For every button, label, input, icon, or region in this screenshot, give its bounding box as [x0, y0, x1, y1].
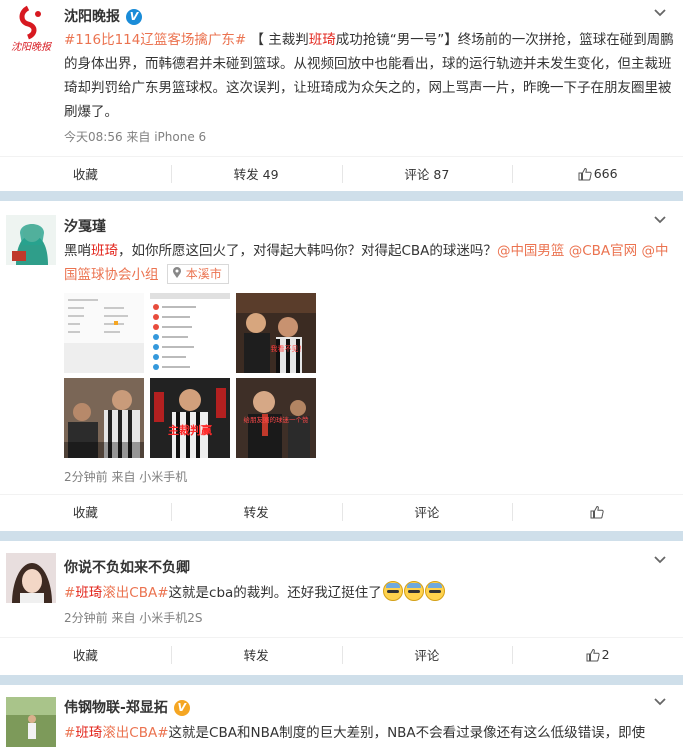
sweat-emoji-icon	[424, 581, 445, 601]
chevron-down-icon[interactable]	[653, 213, 667, 227]
username-text[interactable]: 沈阳晚报	[64, 9, 120, 25]
image-caption: 给朋友圈的球迷一个赞	[244, 415, 310, 424]
post-text: #班琦滚出CBA#这就是cba的裁判。还好我辽挺住了	[64, 581, 674, 605]
comment-label: 评论	[414, 505, 440, 520]
topic-link[interactable]: #116比114辽篮客场擒广东#	[64, 32, 246, 48]
comment-button[interactable]: 评论	[341, 495, 513, 528]
topic-link[interactable]: #班琦滚出CBA#	[64, 585, 169, 601]
sweat-emoji-icon	[382, 581, 403, 601]
like-count: 2	[601, 647, 610, 662]
avatar[interactable]	[6, 215, 56, 265]
username[interactable]: 你说不负如来不负卿	[64, 557, 190, 577]
chevron-down-icon[interactable]	[653, 6, 667, 20]
post-separator	[0, 191, 683, 201]
username[interactable]: 沈阳晚报 V	[64, 6, 142, 26]
image-caption: 主裁判赢	[168, 423, 212, 437]
topic-segment: 滚出CBA#	[102, 585, 169, 601]
topic-segment: #	[64, 725, 76, 741]
username-text[interactable]: 你说不负如来不负卿	[64, 560, 190, 576]
location-label: 本溪市	[185, 267, 222, 281]
post-card: 汐戛瑾 黑哨班琦，如你所愿这回火了，对得起大韩吗你？对得起CBA的球迷吗？@中国…	[0, 201, 683, 527]
post-text-segment: ，如你所愿这回火了，对得起大韩吗你？对得起CBA的球迷吗？	[118, 243, 497, 259]
collect-button[interactable]: 收藏	[0, 157, 171, 190]
like-button[interactable]: 666	[512, 157, 683, 190]
collect-label: 收藏	[72, 505, 98, 520]
post-meta: 今天08:56 来自 iPhone 6	[64, 130, 207, 144]
mention-link[interactable]: @中国男篮	[497, 243, 565, 259]
chevron-down-icon[interactable]	[653, 553, 667, 567]
collect-button[interactable]: 收藏	[0, 638, 171, 671]
post-image[interactable]	[64, 378, 144, 458]
post-text: #班琦滚出CBA#这就是CBA和NBA制度的巨大差别，NBA不会看过录像还有这么…	[64, 721, 674, 745]
topic-segment: #	[64, 585, 76, 601]
post-image[interactable]: 我看不见！	[236, 293, 316, 373]
username-text[interactable]: 汐戛瑾	[64, 219, 106, 235]
repost-label: 转发 49	[233, 167, 279, 182]
highlight-keyword: 班琦	[75, 725, 103, 741]
post-separator	[0, 675, 683, 685]
username[interactable]: 伟钢物联-郑显拓 V	[64, 697, 190, 717]
post-text-segment: 这就是cba的裁判。还好我辽挺住了	[168, 585, 382, 601]
verified-badge-icon: V	[126, 9, 142, 25]
username-text[interactable]: 伟钢物联-郑显拓	[64, 700, 168, 716]
collect-label: 收藏	[72, 648, 98, 663]
post-text-segment: 【 主裁判	[250, 32, 309, 48]
username[interactable]: 汐戛瑾	[64, 216, 106, 236]
highlight-keyword: 班琦	[308, 32, 336, 48]
comment-label: 评论 87	[404, 167, 450, 182]
like-button[interactable]	[512, 495, 683, 528]
chevron-down-icon[interactable]	[653, 695, 667, 709]
action-bar: 收藏 转发 评论	[0, 494, 683, 528]
comment-button[interactable]: 评论	[341, 638, 513, 671]
thumbs-up-icon	[590, 505, 604, 518]
post-image[interactable]	[64, 293, 144, 373]
post-separator	[0, 531, 683, 541]
location-tag[interactable]: 本溪市	[166, 264, 229, 284]
repost-button[interactable]: 转发	[170, 638, 342, 671]
post-image[interactable]: 主裁判赢	[150, 378, 230, 458]
post-card: 沈阳晚报 沈阳晚报 V #116比114辽篮客场擒广东# 【 主裁判班琦成功抢镜“…	[0, 0, 683, 190]
action-bar: 收藏 转发 评论 2	[0, 637, 683, 671]
post-image[interactable]: 给朋友圈的球迷一个赞	[236, 378, 316, 458]
like-button[interactable]: 2	[512, 638, 683, 671]
post-card: 你说不负如来不负卿 #班琦滚出CBA#这就是cba的裁判。还好我辽挺住了 2分钟…	[0, 541, 683, 673]
post-meta: 2分钟前 来自 小米手机	[64, 470, 188, 484]
image-grid: 我看不见！	[64, 293, 316, 373]
mention-link[interactable]: @CBA官网	[569, 243, 637, 259]
topic-link[interactable]: #班琦滚出CBA#	[64, 725, 169, 741]
action-bar: 收藏 转发 49 评论 87 666	[0, 156, 683, 190]
avatar-logo-text: 沈阳晚报	[11, 41, 52, 53]
post-text-segment: 这就是CBA和NBA制度的巨大差别，NBA不会看过录像还有这么低级错误，即使	[168, 725, 646, 741]
thumbs-up-icon	[578, 167, 592, 180]
avatar[interactable]: 沈阳晚报	[6, 4, 56, 54]
sweat-emoji-icon	[403, 581, 424, 601]
repost-label: 转发	[243, 648, 269, 663]
repost-label: 转发	[243, 505, 269, 520]
thumbs-up-icon	[586, 648, 600, 661]
highlight-keyword: 班琦	[75, 585, 103, 601]
like-count: 666	[593, 166, 618, 181]
comment-label: 评论	[414, 648, 440, 663]
post-meta: 2分钟前 来自 小米手机2S	[64, 611, 203, 625]
location-pin-icon	[172, 267, 181, 278]
comment-button[interactable]: 评论 87	[341, 157, 513, 190]
collect-label: 收藏	[72, 167, 98, 182]
post-text: 黑哨班琦，如你所愿这回火了，对得起大韩吗你？对得起CBA的球迷吗？@中国男篮 @…	[64, 239, 674, 287]
verified-badge-icon: V	[173, 700, 190, 716]
repost-button[interactable]: 转发	[170, 495, 342, 528]
avatar[interactable]	[6, 553, 56, 603]
image-caption: 我看不见！	[271, 344, 306, 353]
post-card: 伟钢物联-郑显拓 V #班琦滚出CBA#这就是CBA和NBA制度的巨大差别，NBA…	[0, 685, 683, 747]
collect-button[interactable]: 收藏	[0, 495, 171, 528]
image-grid: 主裁判赢 给朋友圈的球迷一个赞	[64, 378, 316, 458]
post-text-segment: 黑哨	[64, 243, 91, 259]
topic-segment: 滚出CBA#	[102, 725, 169, 741]
post-image[interactable]	[150, 293, 230, 373]
post-text: #116比114辽篮客场擒广东# 【 主裁判班琦成功抢镜“男一号”】终场前的一次…	[64, 28, 674, 124]
highlight-keyword: 班琦	[91, 243, 118, 259]
repost-button[interactable]: 转发 49	[170, 157, 342, 190]
